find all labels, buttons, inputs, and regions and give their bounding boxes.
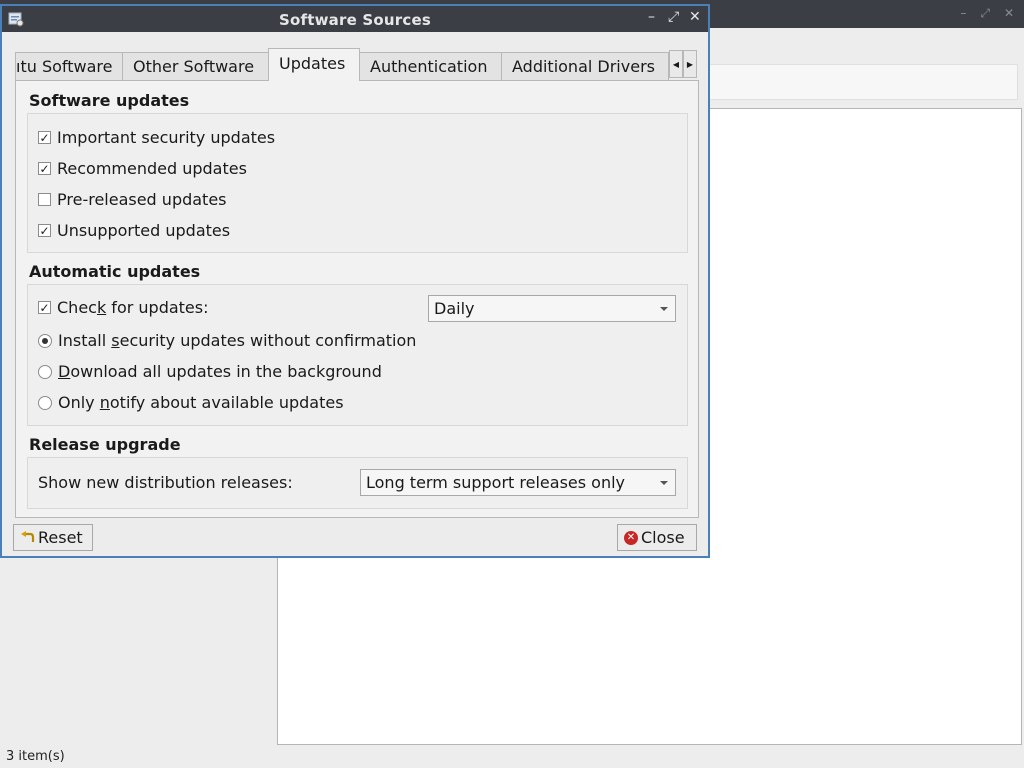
install-security-updates-radio[interactable]	[38, 333, 52, 348]
dialog-titlebar[interactable]: Software Sources – ⤢ ✕	[2, 6, 708, 32]
chevron-down-icon	[660, 307, 668, 311]
close-circle-icon: ✕	[624, 530, 638, 545]
background-close-icon[interactable]: ✕	[1004, 6, 1014, 21]
software-sources-dialog: Software Sources – ⤢ ✕ ıtu Software Othe…	[0, 4, 710, 558]
pre-released-updates-checkbox[interactable]	[38, 193, 51, 206]
release-upgrade-frame: Show new distribution releases: Long ter…	[27, 457, 688, 509]
reset-button[interactable]: Reset	[13, 524, 93, 551]
close-icon[interactable]: ✕	[689, 9, 701, 25]
recommended-updates-label: Recommended updates	[57, 159, 247, 178]
tab-other-software[interactable]: Other Software	[122, 52, 269, 80]
download-all-updates-label: Download all updates in the background	[58, 362, 382, 381]
updates-tab-panel: Software updates ✓ Important security up…	[15, 80, 699, 518]
tab-scroll-right-icon[interactable]: ▶	[683, 50, 697, 78]
tab-bar: ıtu Software Other Software Updates Auth…	[15, 48, 699, 81]
check-for-updates-option[interactable]: ✓ Check for updates:	[38, 298, 209, 317]
check-for-updates-label: Check for updates:	[57, 298, 209, 317]
install-security-updates-option[interactable]: Install security updates without confirm…	[38, 331, 416, 350]
important-security-updates-checkbox[interactable]: ✓	[38, 131, 51, 144]
download-all-updates-radio[interactable]	[38, 364, 52, 379]
release-upgrade-heading: Release upgrade	[29, 435, 181, 454]
check-for-updates-checkbox[interactable]: ✓	[38, 301, 51, 314]
background-window-controls: – ⤢ ✕	[960, 6, 1014, 21]
only-notify-updates-option[interactable]: Only notify about available updates	[38, 393, 344, 412]
only-notify-updates-radio[interactable]	[38, 395, 52, 410]
reset-button-label: Reset	[38, 528, 83, 547]
software-updates-heading: Software updates	[29, 91, 190, 110]
recommended-updates-option[interactable]: ✓ Recommended updates	[38, 159, 247, 178]
background-maximize-icon[interactable]: ⤢	[980, 6, 990, 21]
minimize-icon[interactable]: –	[648, 9, 655, 25]
reset-icon	[21, 530, 35, 542]
important-security-updates-label: Important security updates	[57, 128, 276, 147]
close-button-label: Close	[641, 528, 685, 547]
release-upgrade-label: Show new distribution releases:	[38, 473, 293, 492]
chevron-down-icon	[660, 481, 668, 485]
tab-updates[interactable]: Updates	[268, 48, 360, 81]
tab-ubuntu-software[interactable]: ıtu Software	[15, 52, 123, 80]
dialog-title: Software Sources	[279, 11, 431, 29]
pre-released-updates-option[interactable]: Pre-released updates	[38, 190, 227, 209]
maximize-icon[interactable]: ⤢	[668, 9, 679, 25]
automatic-updates-heading: Automatic updates	[29, 262, 201, 281]
important-security-updates-option[interactable]: ✓ Important security updates	[38, 128, 275, 147]
release-upgrade-value: Long term support releases only	[366, 473, 626, 492]
status-bar-text: 3 item(s)	[6, 749, 65, 764]
recommended-updates-checkbox[interactable]: ✓	[38, 162, 51, 175]
download-all-updates-option[interactable]: Download all updates in the background	[38, 362, 382, 381]
background-minimize-icon[interactable]: –	[960, 6, 966, 21]
release-upgrade-dropdown[interactable]: Long term support releases only	[360, 469, 676, 496]
unsupported-updates-label: Unsupported updates	[57, 221, 231, 240]
tab-scroll-left-icon[interactable]: ◀	[669, 50, 683, 78]
automatic-updates-frame: ✓ Check for updates: Daily Install secur…	[27, 284, 688, 426]
update-frequency-value: Daily	[434, 299, 475, 318]
unsupported-updates-option[interactable]: ✓ Unsupported updates	[38, 221, 230, 240]
background-left-pane	[0, 558, 277, 746]
only-notify-updates-label: Only notify about available updates	[58, 393, 344, 412]
update-frequency-dropdown[interactable]: Daily	[428, 295, 676, 322]
pre-released-updates-label: Pre-released updates	[57, 190, 227, 209]
tab-additional-drivers[interactable]: Additional Drivers	[501, 52, 669, 80]
tab-authentication[interactable]: Authentication	[359, 52, 502, 80]
software-updates-frame: ✓ Important security updates ✓ Recommend…	[27, 113, 688, 253]
close-button[interactable]: ✕ Close	[617, 524, 697, 551]
install-security-updates-label: Install security updates without confirm…	[58, 331, 417, 350]
unsupported-updates-checkbox[interactable]: ✓	[38, 224, 51, 237]
background-search-field[interactable]	[710, 64, 1018, 100]
